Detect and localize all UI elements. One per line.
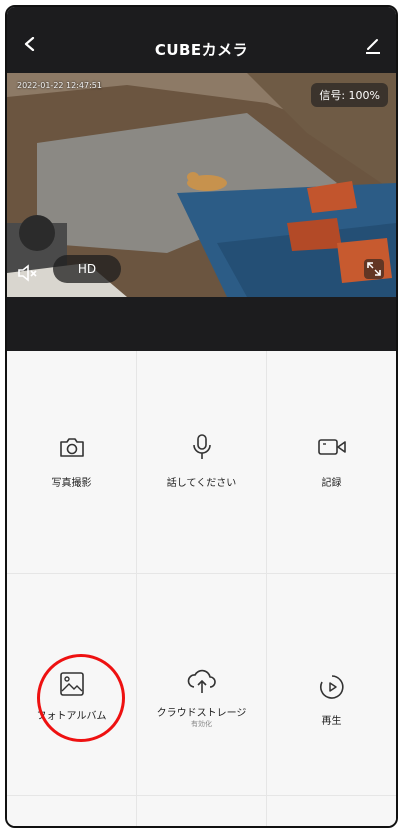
cloud-storage-button[interactable]: クラウドストレージ 有効化 [137,574,266,796]
playback-button[interactable]: 再生 [267,574,396,796]
app-header: CUBEカメラ [7,7,396,73]
cloud-storage-label: クラウドストレージ [156,708,247,719]
quality-button[interactable]: HD [53,255,121,283]
control-bar [7,297,396,351]
highlight-circle-annotation [37,654,125,742]
take-photo-button[interactable]: 写真撮影 [7,351,136,573]
camera-live-view[interactable]: 2022-01-22 12:47:51 信号: 100% HD [7,73,396,297]
camera-icon [59,438,84,457]
record-button[interactable]: 記録 [267,351,396,573]
cloud-storage-sublabel: 有効化 [191,720,212,728]
microphone-icon [192,434,211,459]
page-title: CUBEカメラ [154,41,249,59]
talk-label: 話してください [166,478,237,489]
edit-pencil-icon[interactable] [364,37,382,55]
take-photo-label: 写真撮影 [51,478,92,489]
speaker-muted-icon[interactable] [17,263,39,283]
record-label: 記録 [321,478,342,489]
feature-grid: 写真撮影 話してください 記録 フォトアルバム クラウドストレージ 有効化 再生 [7,351,396,826]
playback-label: 再生 [321,716,342,727]
talk-button[interactable]: 話してください [137,351,266,573]
play-icon [319,675,344,699]
signal-strength-badge: 信号: 100% [311,83,388,107]
cloud-upload-icon [187,669,216,693]
timestamp-overlay: 2022-01-22 12:47:51 [17,81,102,90]
phone-frame: CUBEカメラ 2022-01-22 12:47:51 信号: 100% HD … [5,5,398,828]
fullscreen-icon[interactable] [364,259,384,279]
video-camera-icon [317,439,346,455]
